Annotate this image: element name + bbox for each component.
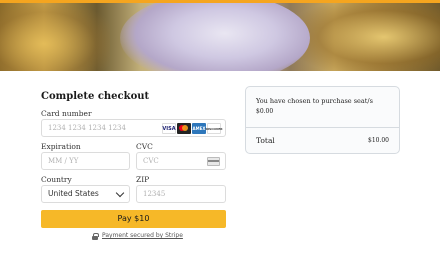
- total-label: Total: [256, 136, 275, 145]
- cvc-card-icon: [207, 157, 220, 166]
- expiration-placeholder: MM / YY: [48, 157, 79, 165]
- card-brand-logos: VISA AMEX DISCOVER: [162, 123, 223, 134]
- zip-input[interactable]: 12345: [136, 185, 226, 203]
- zip-label: ZIP: [136, 175, 150, 184]
- checkout-title: Complete checkout: [41, 91, 150, 102]
- mastercard-icon: [177, 123, 191, 134]
- pay-button[interactable]: Pay $10: [41, 210, 226, 228]
- country-label: Country: [41, 175, 72, 184]
- country-select[interactable]: United States: [41, 185, 130, 203]
- cvc-input[interactable]: CVC: [136, 152, 226, 170]
- expiration-label: Expiration: [41, 142, 81, 151]
- amex-icon: AMEX: [192, 123, 206, 134]
- total-value: $10.00: [368, 137, 389, 144]
- hero-image: [0, 3, 440, 71]
- zip-placeholder: 12345: [143, 190, 166, 198]
- expiration-input[interactable]: MM / YY: [41, 152, 130, 170]
- payment-secured-note: Payment secured by Stripe: [92, 232, 183, 240]
- summary-description: You have chosen to purchase seat/s: [256, 97, 373, 105]
- card-number-placeholder: 1234 1234 1234 1234: [48, 124, 126, 132]
- visa-icon: VISA: [162, 123, 176, 134]
- card-number-label: Card number: [41, 109, 92, 118]
- country-value: United States: [48, 189, 99, 198]
- card-number-input[interactable]: 1234 1234 1234 1234 VISA AMEX DISCOVER: [41, 119, 226, 137]
- summary-divider: [246, 127, 399, 128]
- chevron-down-icon: [115, 188, 125, 198]
- lock-icon: [92, 232, 99, 240]
- discover-icon: DISCOVER: [205, 123, 223, 134]
- cvc-label: CVC: [136, 142, 153, 151]
- summary-price: $0.00: [256, 108, 274, 115]
- stripe-link[interactable]: Payment secured by Stripe: [102, 232, 183, 239]
- cvc-placeholder: CVC: [143, 157, 159, 165]
- order-summary-card: You have chosen to purchase seat/s $0.00…: [245, 86, 400, 154]
